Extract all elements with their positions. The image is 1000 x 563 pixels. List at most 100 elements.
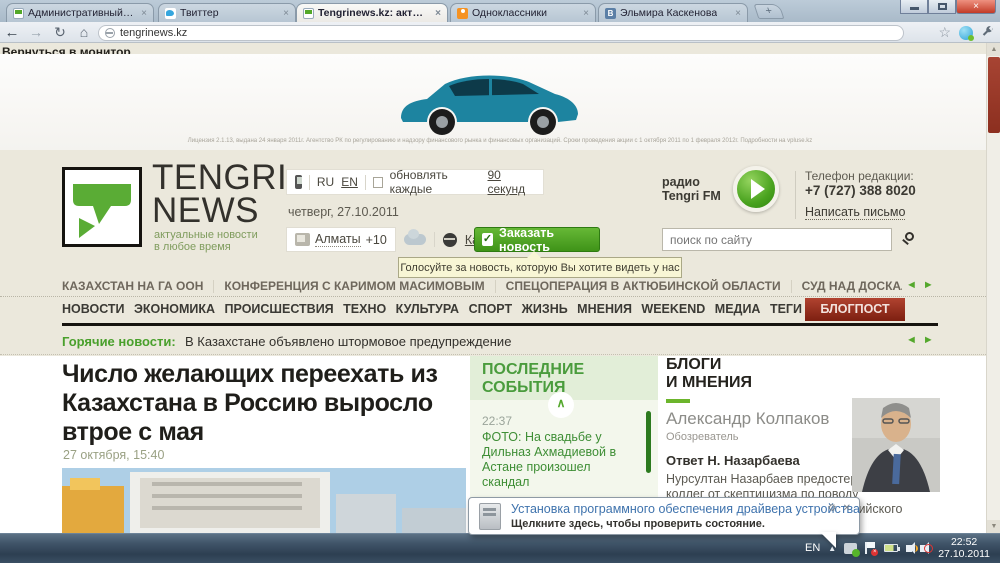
ticker-next-icon[interactable]: ► <box>923 279 934 291</box>
nav-item-opinions[interactable]: МНЕНИЯ <box>577 302 632 316</box>
hot-news-headline[interactable]: В Казахстане объявлено штормовое предупр… <box>185 334 511 349</box>
notification-settings-icon[interactable]: ⚙ <box>828 503 837 514</box>
tab-close-icon[interactable]: × <box>141 8 147 19</box>
minimize-button[interactable] <box>900 0 928 14</box>
weather-widget[interactable]: Алматы +10 <box>286 227 396 252</box>
nav-item-blogpost[interactable]: БЛОГПОСТ <box>805 298 905 321</box>
cloud-icon <box>404 234 426 245</box>
volume-muted-icon[interactable] <box>920 545 926 552</box>
radio-play-button[interactable] <box>733 166 779 212</box>
refresh-checkbox[interactable] <box>373 177 383 188</box>
refresh-interval-link[interactable]: 90 секунд <box>488 168 536 196</box>
topic-link[interactable]: КАЗАХСТАН НА ГА ООН <box>62 279 203 293</box>
driver-install-notification[interactable]: Установка программного обеспечения драйв… <box>468 497 860 535</box>
site-globe-icon <box>105 28 115 38</box>
blog-author-photo[interactable] <box>852 398 940 492</box>
topic-link[interactable]: СПЕЦОПЕРАЦИЯ В АКТЮБИНСКОЙ ОБЛАСТИ <box>506 279 781 293</box>
event-item[interactable]: 22:37 ФОТО: На свадьбе у Дильназ Ахмадие… <box>482 414 632 490</box>
clock-date: 27.10.2011 <box>938 548 990 560</box>
tab-odnoklassniki[interactable]: Одноклассники × <box>450 3 596 22</box>
notification-close-icon[interactable]: ✕ <box>843 503 851 514</box>
back-icon[interactable]: ← <box>0 24 24 41</box>
close-button[interactable]: × <box>956 0 996 14</box>
clock[interactable]: 22:52 27.10.2011 <box>934 536 994 560</box>
divider <box>365 175 366 190</box>
wrench-menu-icon[interactable] <box>981 26 994 39</box>
tab-vk[interactable]: В Эльмира Каскенова × <box>598 3 748 22</box>
refresh-label: обновлять каждые <box>390 168 481 196</box>
language-indicator[interactable]: EN <box>805 542 820 554</box>
notification-title: Установка программного обеспечения драйв… <box>511 502 821 516</box>
search-icon[interactable] <box>905 232 914 241</box>
mobile-phone-icon[interactable] <box>295 175 302 189</box>
main-article-date: 27 октября, 15:40 <box>63 448 164 462</box>
bookmark-star-icon[interactable]: ☆ <box>938 24 951 41</box>
tab-close-icon[interactable]: × <box>435 8 441 19</box>
restore-button[interactable] <box>928 0 956 14</box>
address-bar[interactable]: tengrinews.kz <box>98 25 904 41</box>
toolbar-right: ☆ <box>938 24 994 41</box>
topic-link[interactable]: СУД НАД ДОСКАЛИЕВЫМ <box>802 279 902 293</box>
write-letter-link[interactable]: Написать письмо <box>805 205 905 220</box>
search-input[interactable] <box>662 228 892 251</box>
nav-item-techno[interactable]: ТЕХНО <box>343 302 386 316</box>
nav-item-tags[interactable]: ТЕГИ <box>770 302 802 316</box>
page-scrollbar[interactable]: ▲ ▼ <box>986 43 1000 533</box>
scrollbar-down-icon[interactable]: ▼ <box>987 520 1000 533</box>
home-icon[interactable]: ⌂ <box>72 24 96 40</box>
nav-item-sport[interactable]: СПОРТ <box>469 302 513 316</box>
editorial-phone-label: Телефон редакции: <box>805 169 914 183</box>
topic-link[interactable]: КОНФЕРЕНЦИЯ С КАРИМОМ МАСИМОВЫМ <box>224 279 484 293</box>
tengrinews-logo[interactable] <box>62 167 142 247</box>
nav-item-economy[interactable]: ЭКОНОМИКА <box>134 302 215 316</box>
nav-item-news[interactable]: НОВОСТИ <box>62 302 125 316</box>
web-page: Вернуться в монитор Лицензия 2.1.13, выд… <box>0 43 1000 533</box>
action-center-error-badge: × <box>871 549 878 556</box>
notification-buttons: ⚙ ✕ <box>828 503 851 514</box>
nav-item-culture[interactable]: КУЛЬТУРА <box>396 302 459 316</box>
tab-close-icon[interactable]: × <box>735 8 741 19</box>
nav-item-media[interactable]: МЕДИА <box>715 302 761 316</box>
tab-close-icon[interactable]: × <box>283 8 289 19</box>
scrollbar-up-icon[interactable]: ▲ <box>987 43 1000 56</box>
divider <box>495 280 496 293</box>
odnoklassniki-favicon-icon <box>457 8 468 19</box>
nav-item-life[interactable]: ЖИЗНЬ <box>522 302 568 316</box>
blogs-title-line2: И МНЕНИЯ <box>666 374 940 392</box>
restore-icon <box>938 3 947 10</box>
vote-tooltip: Голосуйте за новость, которую Вы хотите … <box>398 257 682 278</box>
ticker-prev-icon[interactable]: ◄ <box>906 279 917 291</box>
tab-admin[interactable]: Административный интер × <box>6 3 154 22</box>
lang-en-link[interactable]: EN <box>341 175 358 189</box>
tab-tengrinews-active[interactable]: Tengrinews.kz: актуальные × <box>296 3 448 22</box>
radio-label-line2: Tengri FM <box>662 189 721 203</box>
main-article-photo[interactable] <box>62 468 466 533</box>
hot-news-prev-icon[interactable]: ◄ <box>906 334 917 346</box>
divider <box>791 280 792 293</box>
new-tab-button[interactable]: + <box>754 4 785 19</box>
nav-item-weekend[interactable]: WEEKEND <box>641 302 705 316</box>
scrollbar-thumb[interactable] <box>988 57 1000 133</box>
forward-icon[interactable]: → <box>24 24 48 40</box>
main-navigation: НОВОСТИ ЭКОНОМИКА ПРОИСШЕСТВИЯ ТЕХНО КУЛ… <box>62 302 802 316</box>
nav-item-incidents[interactable]: ПРОИСШЕСТВИЯ <box>225 302 334 316</box>
order-news-button[interactable]: ✓ Заказать новость <box>474 227 600 252</box>
device-install-tray-icon[interactable] <box>844 543 857 554</box>
tab-close-icon[interactable]: × <box>583 8 589 19</box>
volume-icon[interactable] <box>906 545 912 552</box>
ad-banner[interactable]: Лицензия 2.1.13, выдана 24 января 2011г.… <box>0 54 1000 150</box>
event-text[interactable]: ФОТО: На свадьбе у Дильназ Ахмадиевой в … <box>482 430 632 490</box>
tab-twitter[interactable]: Твиттер × <box>158 3 296 22</box>
weather-city[interactable]: Алматы <box>315 232 361 247</box>
lang-ru-link[interactable]: RU <box>317 175 334 189</box>
clock-time: 22:52 <box>938 536 990 548</box>
main-article-title[interactable]: Число желающих переехать из Казахстана в… <box>62 360 470 447</box>
extension-icon[interactable] <box>959 26 973 40</box>
action-center-flag-icon[interactable]: × <box>865 542 876 554</box>
editorial-phone-number: +7 (727) 388 8020 <box>805 183 916 198</box>
hot-news-next-icon[interactable]: ► <box>923 334 934 346</box>
banner-fineprint: Лицензия 2.1.13, выдана 24 января 2011г.… <box>150 138 850 144</box>
battery-icon[interactable] <box>884 544 898 552</box>
events-scrollbar-thumb[interactable] <box>646 411 651 473</box>
reload-icon[interactable]: ↻ <box>48 24 72 41</box>
